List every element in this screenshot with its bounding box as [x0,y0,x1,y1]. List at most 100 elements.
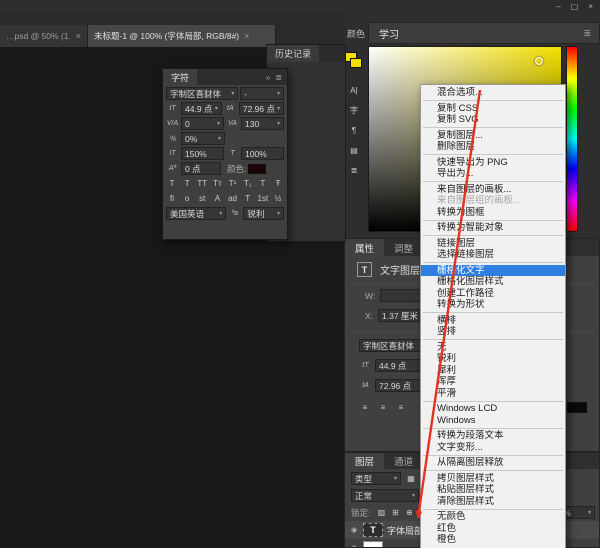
menu-item[interactable]: 转换为图框 [421,207,565,219]
anti-alias-dropdown[interactable]: 锐利 ▾ [243,207,284,220]
menu-item[interactable]: 文字变形... [421,442,565,454]
panel-collapse-icon[interactable]: » [266,69,270,85]
font-size-dropdown[interactable]: 44.9 点 ▾ [181,102,222,115]
font-family-dropdown[interactable]: 字制区喜豺体 ▾ [166,87,239,100]
menu-item[interactable]: 橙色 [421,534,565,546]
visibility-eye-icon[interactable]: ◉ [349,526,359,534]
menu-item[interactable]: 选择链接图层 [421,249,565,261]
menu-item[interactable]: 复制 SVG [421,114,565,126]
maximize-icon[interactable]: ▢ [571,3,579,11]
menu-item[interactable]: 导出为... [421,168,565,180]
align-icon[interactable]: ≡ [359,401,371,413]
minimize-icon[interactable]: – [556,3,560,11]
text-style-icon[interactable]: Ŧ [272,178,284,190]
text-style-icon[interactable]: T [166,178,178,190]
lock-icon[interactable]: ⊕ [403,507,415,519]
menu-item[interactable]: 链接图层 [421,238,565,250]
text-color-swatch[interactable] [248,163,267,174]
panel-menu-icon[interactable]: ≣ [275,69,282,85]
opentype-icon[interactable]: ½ [272,193,284,205]
menu-item[interactable]: 创建工作路径 [421,288,565,300]
text-style-icon[interactable]: TT [196,178,208,190]
menu-item[interactable]: 清除图层样式 [421,496,565,508]
menu-item[interactable]: 竖排 [421,326,565,338]
menu-item[interactable]: 栅格化图层样式 [421,276,565,288]
opentype-icon[interactable]: ad [227,193,239,205]
tab-layers[interactable]: 图层 [345,453,385,469]
menu-item[interactable]: 平滑 [421,388,565,400]
opentype-icon[interactable]: o [181,193,193,205]
properties-text-color-swatch[interactable] [567,401,587,413]
menu-item[interactable]: Windows LCD [421,403,565,415]
menu-item[interactable]: 犀利 [421,365,565,377]
menu-item[interactable]: 无 [421,342,565,354]
dock-panel-icon[interactable]: A| [348,84,360,96]
text-style-icon[interactable]: T₁ [242,178,254,190]
blend-mode-dropdown[interactable]: 正常 ▾ [351,489,419,502]
tab-channels[interactable]: 通道 [384,453,423,469]
menu-item[interactable]: 浑厚 [421,376,565,388]
align-icon[interactable]: ≡ [377,401,389,413]
menu-item[interactable]: 栅格化文字 [421,264,565,276]
tab-properties[interactable]: 属性 [345,239,385,256]
menu-item[interactable]: 复制 CSS [421,103,565,115]
character-panel-tab[interactable]: 字符 [163,69,198,85]
opentype-icon[interactable]: A [211,193,223,205]
document-tab-inactive[interactable]: …psd @ 50% (1… × [0,25,88,47]
menu-item[interactable]: Windows [421,415,565,427]
lock-icon[interactable]: ⊞ [389,507,401,519]
tab-close-icon[interactable]: × [76,31,81,41]
menu-item[interactable]: 锐利 [421,353,565,365]
tab-adjustments[interactable]: 调整 [384,239,423,256]
menu-item[interactable]: 删除图层 [421,141,565,153]
lock-icon[interactable]: ▨ [375,507,387,519]
menu-item[interactable]: 转换为智能对象 [421,222,565,234]
opentype-icon[interactable]: 1st [257,193,269,205]
menu-item[interactable]: 无颜色 [421,511,565,523]
text-style-icon[interactable]: T [257,178,269,190]
hue-slider[interactable] [566,46,578,232]
dock-panel-icon[interactable]: ≣ [348,164,360,176]
menu-item[interactable]: 复制图层... [421,130,565,142]
tracking-dropdown[interactable]: 130 ▾ [241,117,284,130]
menu-item[interactable]: 来自图层的画板... [421,184,565,196]
menu-item[interactable]: 横排 [421,315,565,327]
vertical-scale-field[interactable]: 150% [181,147,224,160]
menu-item[interactable]: 混合选项... [421,87,565,99]
background-color-swatch[interactable] [350,58,362,68]
dock-panel-icon[interactable]: 字 [348,104,360,116]
menu-item[interactable]: 从隔离图层释放 [421,457,565,469]
text-layer-thumbnail[interactable]: T [363,523,383,537]
document-tab-active[interactable]: 未标题-1 @ 100% (字体局部, RGB/8#) × [88,25,276,47]
menu-item[interactable]: 转换为段落文本 [421,430,565,442]
font-style-dropdown[interactable]: - ▾ [240,87,284,100]
dock-panel-icon[interactable]: ¶ [348,124,360,136]
menu-item[interactable]: 转换为形状 [421,299,565,311]
menu-item[interactable]: 来自图层组的画板... [421,195,565,207]
language-dropdown[interactable]: 美国英语 ▾ [166,207,227,220]
layer-filter-dropdown[interactable]: 类型 ▾ [351,472,401,485]
background-layer-thumbnail[interactable] [363,541,383,547]
layer-filter-icon[interactable]: ▦ [405,473,417,485]
tab-close-icon[interactable]: × [244,31,249,41]
text-style-icon[interactable]: T¹ [227,178,239,190]
panel-menu-icon[interactable]: ≣ [583,28,591,39]
baseline-shift-field[interactable]: 0 点 [181,162,221,175]
menu-item[interactable]: 拷贝图层样式 [421,473,565,485]
opentype-icon[interactable]: fi [166,193,178,205]
menu-item[interactable]: 红色 [421,523,565,535]
learn-panel-header[interactable]: 学习 ≣ [368,22,600,44]
horizontal-scale-field[interactable]: 100% [241,147,284,160]
align-icon[interactable]: ≡ [395,401,407,413]
visibility-eye-icon[interactable]: ◉ [349,544,359,547]
text-style-icon[interactable]: T [181,178,193,190]
menu-item[interactable]: 快速导出为 PNG [421,157,565,169]
close-icon[interactable]: × [588,3,593,11]
proportional-spacing-dropdown[interactable]: 0% ▾ [181,132,225,145]
leading-dropdown[interactable]: 72.96 点 ▾ [238,102,284,115]
menu-item[interactable]: 粘贴图层样式 [421,484,565,496]
text-style-icon[interactable]: Tт [211,178,223,190]
history-panel-tab[interactable]: 历史记录 [267,45,320,62]
opentype-icon[interactable]: st [196,193,208,205]
kerning-dropdown[interactable]: 0 ▾ [181,117,224,130]
